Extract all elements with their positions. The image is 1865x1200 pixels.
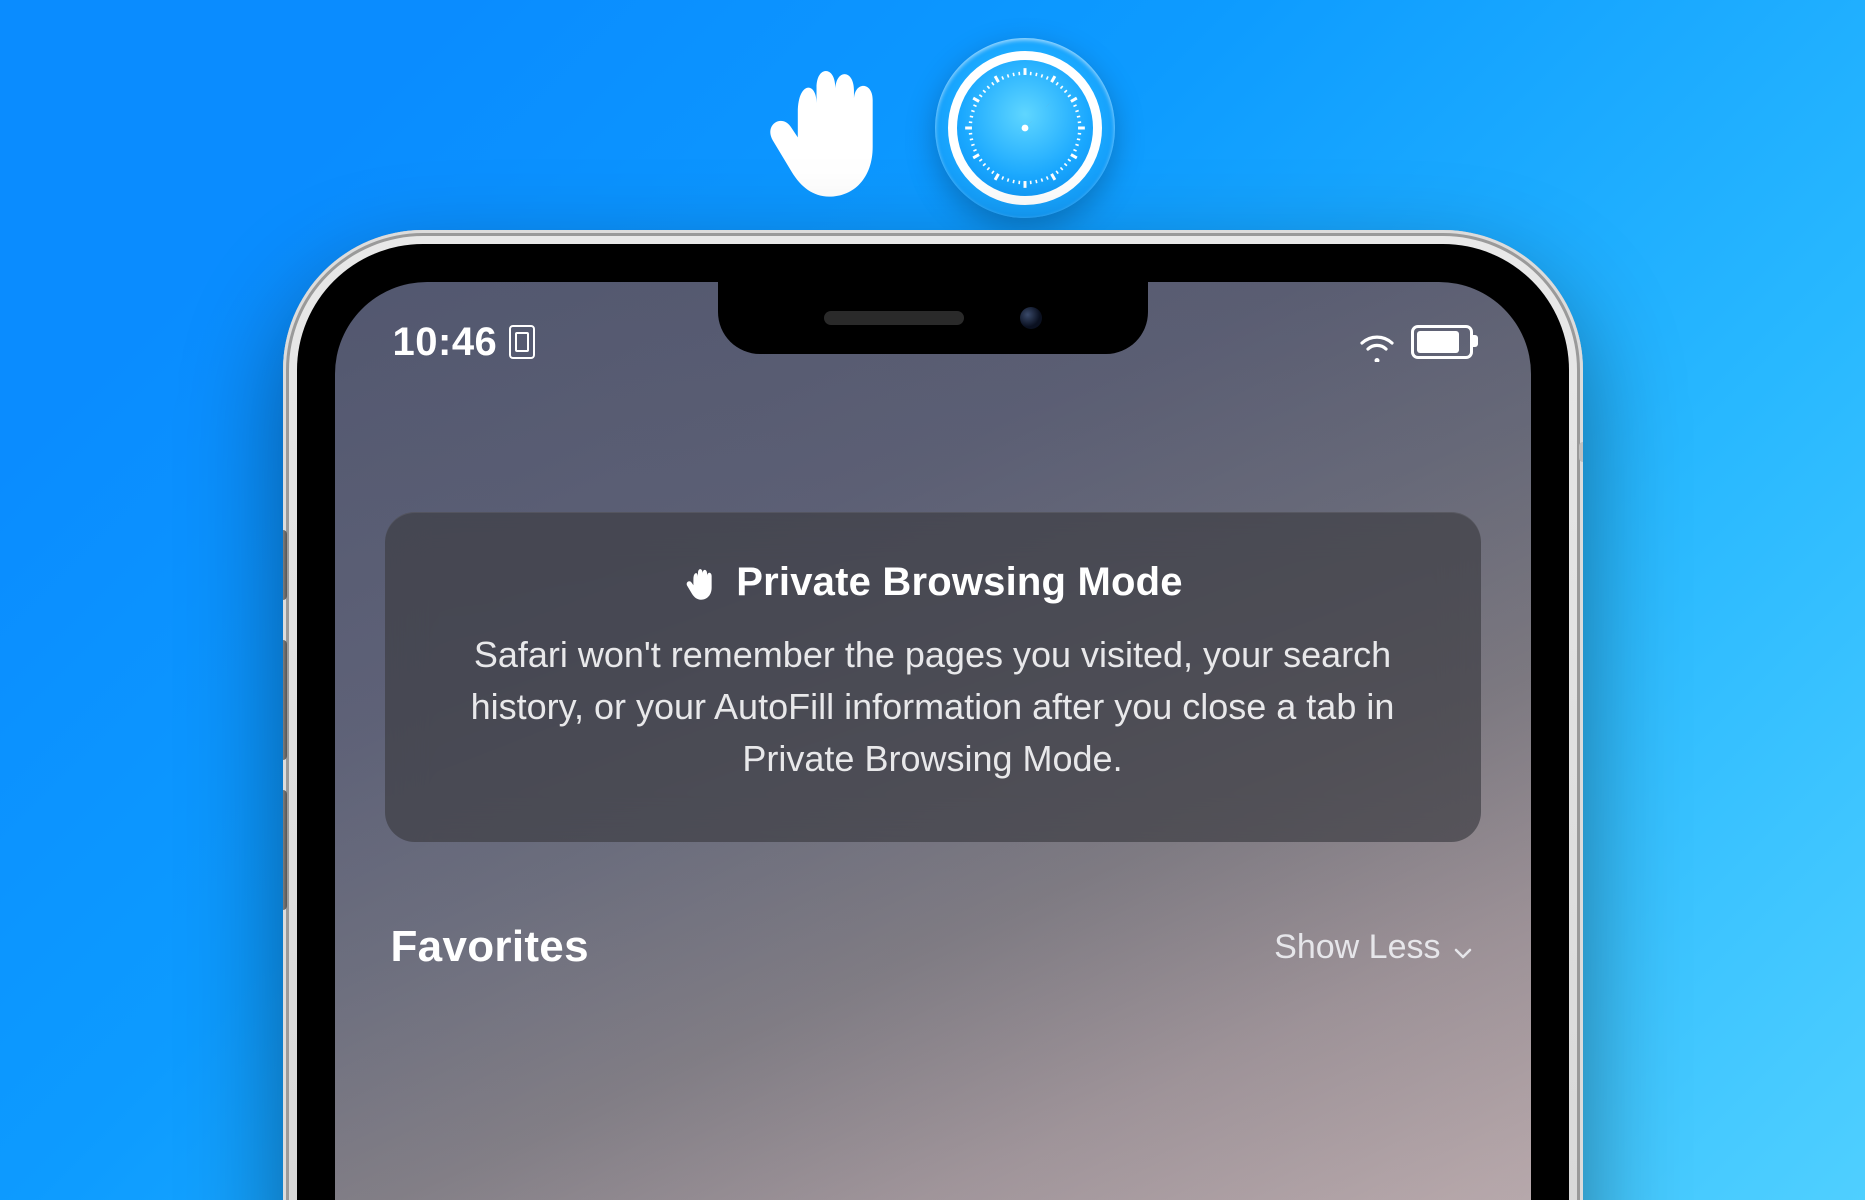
private-browsing-card: Private Browsing Mode Safari won't remem…	[385, 512, 1481, 842]
notch	[718, 282, 1148, 354]
chevron-down-icon	[1451, 935, 1475, 959]
favorites-heading: Favorites	[391, 922, 589, 972]
banner-icons	[751, 38, 1115, 218]
promo-canvas: 10:46	[0, 0, 1865, 1200]
sim-card-icon	[509, 325, 535, 359]
iphone-device-frame: 10:46	[283, 230, 1583, 1200]
front-camera	[1020, 307, 1042, 329]
private-browsing-description: Safari won't remember the pages you visi…	[439, 629, 1427, 786]
show-less-toggle[interactable]: Show Less	[1274, 928, 1474, 967]
favorites-header-row: Favorites Show Less	[391, 922, 1475, 972]
mute-switch	[283, 530, 287, 600]
hand-icon	[682, 564, 720, 602]
safari-compass-icon	[935, 38, 1115, 218]
private-browsing-title: Private Browsing Mode	[736, 560, 1183, 605]
antenna-band	[1579, 442, 1583, 462]
show-less-label: Show Less	[1274, 928, 1440, 967]
battery-icon	[1411, 325, 1473, 359]
volume-up-button	[283, 640, 287, 760]
phone-screen: 10:46	[335, 282, 1531, 1200]
hand-icon	[751, 50, 907, 206]
earpiece-speaker	[824, 311, 964, 325]
volume-down-button	[283, 790, 287, 910]
status-time: 10:46	[393, 320, 498, 365]
wifi-icon	[1357, 327, 1397, 357]
